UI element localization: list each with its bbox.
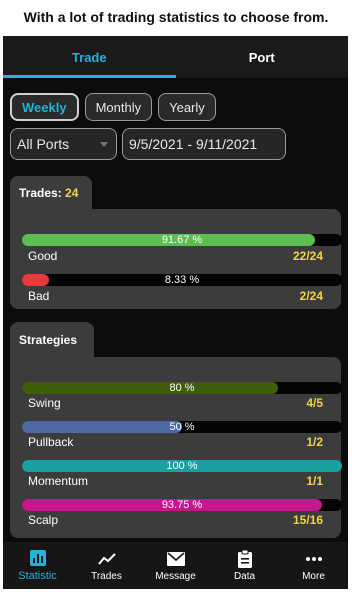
bad-progress-bar: 8.33 % — [22, 274, 342, 286]
momentum-label: Momentum — [28, 474, 89, 488]
momentum-percent: 100 % — [166, 460, 198, 472]
swing-percent: 80 % — [169, 382, 195, 394]
nav-trades-label: Trades — [91, 570, 122, 582]
monthly-chip[interactable]: Monthly — [84, 93, 153, 121]
scalp-percent: 93.75 % — [161, 499, 203, 511]
nav-data[interactable]: Data — [210, 542, 279, 589]
screenshot-caption: With a lot of trading statistics to choo… — [23, 9, 329, 25]
scalp-progress-bar: 93.75 % — [22, 499, 342, 511]
bad-count: 2/24 — [299, 289, 323, 303]
dots-icon — [305, 550, 323, 568]
trades-card: 91.67 % Good 22/24 8.33 % Bad 2/24 — [10, 209, 342, 309]
pullback-count: 1/2 — [306, 435, 323, 449]
bar-chart-icon — [29, 549, 46, 567]
strategies-title: Strategies — [19, 333, 78, 347]
date-range-value: 9/5/2021 - 9/11/2021 — [129, 136, 258, 152]
trend-line-icon — [97, 550, 116, 568]
swing-label: Swing — [28, 396, 61, 410]
momentum-count: 1/1 — [306, 474, 323, 488]
good-percent: 91.67 % — [161, 234, 203, 246]
nav-message[interactable]: Message — [141, 542, 210, 589]
nav-statistic-label: Statistic — [18, 570, 57, 582]
good-count: 22/24 — [292, 249, 323, 263]
nav-message-label: Message — [155, 570, 196, 582]
swing-progress-bar: 80 % — [22, 382, 342, 394]
trades-card-header: Trades: 24 — [10, 176, 92, 210]
nav-data-label: Data — [233, 570, 256, 582]
momentum-progress-bar: 100 % — [22, 460, 342, 472]
scalp-label: Scalp — [28, 513, 59, 527]
tab-port[interactable]: Port — [176, 36, 349, 78]
pullback-percent: 50 % — [169, 421, 195, 433]
good-progress-bar: 91.67 % — [22, 234, 342, 246]
envelope-icon — [166, 550, 185, 568]
nav-more[interactable]: More — [279, 542, 348, 589]
trades-total: 24 — [65, 186, 79, 200]
bad-percent: 8.33 % — [164, 274, 200, 286]
period-selector: Weekly Monthly Yearly — [10, 93, 216, 121]
chevron-down-icon — [100, 142, 108, 147]
pullback-label: Pullback — [28, 435, 74, 449]
yearly-chip[interactable]: Yearly — [158, 93, 216, 121]
trades-title: Trades: — [19, 186, 62, 200]
ports-dropdown-value: All Ports — [17, 136, 70, 152]
good-label: Good — [28, 249, 58, 263]
bottom-navigation: Statistic Trades Message Data More — [3, 542, 348, 589]
scalp-count: 15/16 — [292, 513, 323, 527]
strategies-card-header: Strategies — [10, 322, 94, 358]
nav-trades[interactable]: Trades — [72, 542, 141, 589]
tab-trade[interactable]: Trade — [3, 36, 176, 78]
app-screen: Trade Port Weekly Monthly Yearly All Por… — [3, 36, 348, 589]
date-range-picker[interactable]: 9/5/2021 - 9/11/2021 — [122, 128, 286, 160]
top-tab-bar: Trade Port — [3, 36, 348, 78]
weekly-chip[interactable]: Weekly — [10, 93, 79, 121]
strategies-card: 80 % Swing 4/5 50 % Pullback 1/2 100 % M… — [10, 357, 342, 538]
ports-dropdown[interactable]: All Ports — [10, 128, 117, 160]
nav-statistic[interactable]: Statistic — [3, 542, 72, 589]
bad-label: Bad — [28, 289, 50, 303]
nav-more-label: More — [302, 570, 325, 582]
pullback-progress-bar: 50 % — [22, 421, 342, 433]
swing-count: 4/5 — [306, 396, 323, 410]
clipboard-icon — [237, 549, 252, 568]
